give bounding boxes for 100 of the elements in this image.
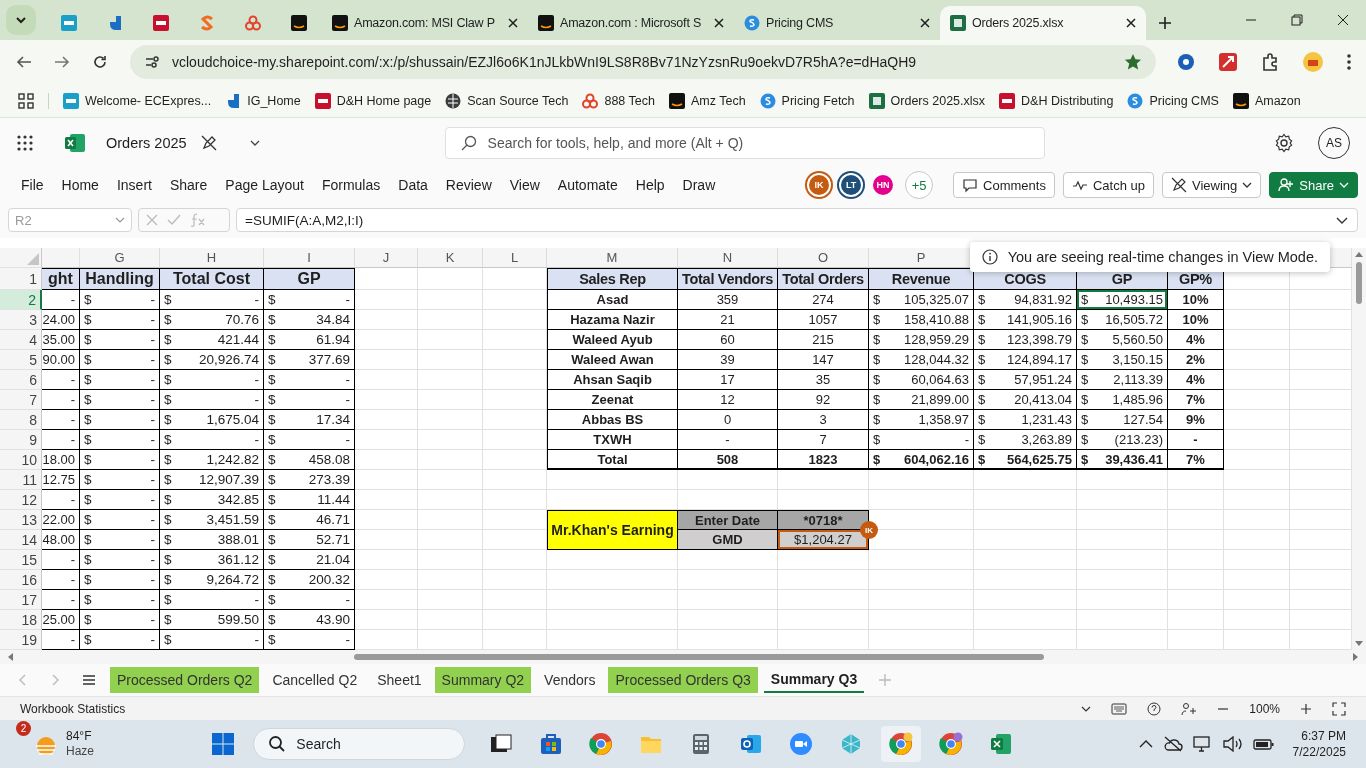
close-icon[interactable] [714, 18, 724, 28]
workbook-statistics[interactable]: Workbook Statistics [20, 701, 126, 716]
browser-icon[interactable] [881, 726, 922, 762]
close-icon[interactable] [1337, 14, 1349, 26]
apps-grid-icon[interactable] [18, 92, 34, 109]
menu-tab[interactable]: Formulas [312, 173, 390, 197]
bookmark-item[interactable]: IG_Home [225, 92, 301, 109]
menu-tab[interactable]: Help [626, 173, 674, 197]
bookmark-item[interactable]: Scan Source Tech [445, 92, 569, 109]
share-button[interactable]: Share [1269, 172, 1358, 198]
scroll-up-icon[interactable] [1354, 250, 1364, 258]
bookmark-item[interactable]: Amazon [1232, 92, 1301, 109]
scrollbar-thumb[interactable] [1356, 262, 1362, 304]
sheet-tab[interactable]: Processed Orders Q2 [110, 667, 260, 693]
site-settings-icon[interactable] [144, 54, 160, 70]
close-icon[interactable] [508, 18, 518, 28]
bookmark-item[interactable]: Orders 2025.xlsx [868, 92, 986, 109]
chevron-down-icon[interactable] [15, 14, 27, 26]
more-collaborators[interactable]: +5 [905, 171, 934, 199]
menu-tab[interactable]: Draw [673, 173, 725, 197]
file-name[interactable]: Orders 2025 [106, 135, 187, 151]
store-icon[interactable] [539, 732, 564, 756]
menu-icon[interactable] [1346, 53, 1352, 71]
menu-tab[interactable]: Share [160, 173, 217, 197]
extension-icon[interactable] [1176, 52, 1196, 72]
catchup-button[interactable]: Catch up [1062, 172, 1154, 198]
collaborator-avatar[interactable]: IK [809, 175, 830, 195]
sheet-tab[interactable]: Summary Q3 [763, 667, 865, 693]
sheet-tab[interactable]: Sheet1 [370, 667, 429, 693]
sheet-tab[interactable]: Processed Orders Q3 [608, 667, 758, 693]
puzzle-icon[interactable] [1260, 52, 1280, 72]
menu-tab[interactable]: View [500, 173, 549, 197]
menu-tab[interactable]: File [12, 173, 53, 197]
tab-search-button[interactable] [6, 5, 36, 35]
extension-icon[interactable] [1218, 52, 1238, 72]
close-icon[interactable] [920, 18, 930, 28]
zoom-in-icon[interactable] [1300, 702, 1312, 715]
fullscreen-icon[interactable] [1332, 701, 1346, 716]
collaborator-avatar[interactable]: LT [841, 175, 862, 195]
row-header[interactable]: 2 [0, 290, 42, 310]
browser-tab[interactable]: Amazon.com: MSI Claw P [322, 6, 528, 40]
bookmark-item[interactable]: Welcome- ECExpres... [63, 92, 212, 109]
bookmark-item[interactable]: Amz Tech [668, 92, 746, 109]
bookmark-item[interactable]: Pricing CMS [1127, 92, 1219, 109]
forward-icon[interactable] [54, 54, 70, 70]
scroll-right-icon[interactable] [1352, 652, 1360, 662]
help-icon[interactable] [1147, 701, 1162, 716]
browser-icon[interactable] [939, 732, 964, 756]
menu-tab[interactable]: Data [389, 173, 437, 197]
chevron-up-icon[interactable] [1138, 739, 1153, 749]
back-icon[interactable] [16, 54, 32, 70]
bookmark-item[interactable]: D&H Distributing [999, 92, 1114, 109]
bookmark-item[interactable]: 888 Tech [582, 92, 655, 109]
viewing-button[interactable]: Viewing [1162, 172, 1262, 198]
video-call-icon[interactable] [789, 732, 814, 756]
battery-icon[interactable] [1252, 736, 1275, 752]
menu-tab[interactable]: Home [52, 173, 108, 197]
scrollbar-thumb[interactable] [354, 654, 1044, 660]
browser-tab[interactable]: Amazon.com : Microsoft S [528, 6, 734, 40]
reload-icon[interactable] [92, 54, 108, 70]
cloud-off-icon[interactable] [1162, 736, 1183, 752]
zoom-level[interactable]: 100% [1249, 701, 1280, 716]
new-tab-icon[interactable] [1158, 16, 1172, 30]
mail-app-icon[interactable] [739, 732, 764, 756]
clock-date[interactable]: 7/22/2025 [1292, 744, 1346, 760]
display-icon[interactable] [1192, 736, 1213, 752]
menu-tab[interactable]: Review [436, 173, 501, 197]
sheet-tab[interactable]: Vendors [537, 667, 603, 693]
sheet-tab[interactable]: Cancelled Q2 [265, 667, 365, 693]
start-icon[interactable] [211, 732, 236, 756]
feedback-icon[interactable] [1181, 701, 1198, 716]
browser-tab[interactable]: Orders 2025.xlsx [940, 6, 1146, 40]
close-icon[interactable] [1126, 18, 1136, 28]
check-icon[interactable] [167, 213, 181, 227]
formula-field[interactable]: =SUMIF(A:A,M2,I:I) [236, 208, 1358, 232]
keyboard-icon[interactable] [1111, 702, 1128, 715]
scroll-left-icon[interactable] [6, 652, 14, 662]
browser-tab[interactable]: Pricing CMS [734, 6, 940, 40]
collaborator-avatar[interactable]: HN [873, 175, 894, 195]
bookmark-item[interactable]: D&H Home page [314, 92, 432, 109]
scroll-down-icon[interactable] [1354, 640, 1364, 648]
menu-tab[interactable]: Automate [548, 173, 627, 197]
app-launcher-icon[interactable] [16, 134, 34, 152]
search-field[interactable]: Search for tools, help, and more (Alt + Q) [444, 127, 1045, 159]
bookmark-star-icon[interactable] [1124, 53, 1142, 71]
spreadsheet-app-icon[interactable] [989, 732, 1014, 756]
all-sheets-menu-icon[interactable] [82, 674, 96, 686]
volume-icon[interactable] [1222, 736, 1243, 752]
bookmark-item[interactable]: Pricing Fetch [759, 92, 855, 109]
sheet-tab[interactable]: Summary Q2 [434, 667, 532, 693]
menu-tab[interactable]: Page Layout [216, 173, 313, 197]
menu-tab[interactable]: Insert [107, 173, 161, 197]
address-bar[interactable]: vcloudchoice-my.sharepoint.com/:x:/p/shussain/EZJl6o6K1nJLkbWnI9LS8R8Bv71NzYzsnRu9oekvD7R5hA?e=dHaQH9 [130, 45, 1156, 79]
restore-icon[interactable] [1291, 14, 1303, 26]
browser-icon[interactable] [589, 732, 614, 756]
profile-avatar-icon[interactable] [1302, 51, 1324, 73]
taskbar-search[interactable]: Search [253, 728, 466, 760]
settings-icon[interactable] [1274, 133, 1294, 153]
comments-button[interactable]: Comments [953, 172, 1055, 198]
clock-time[interactable]: 6:37 PM [1301, 728, 1346, 744]
